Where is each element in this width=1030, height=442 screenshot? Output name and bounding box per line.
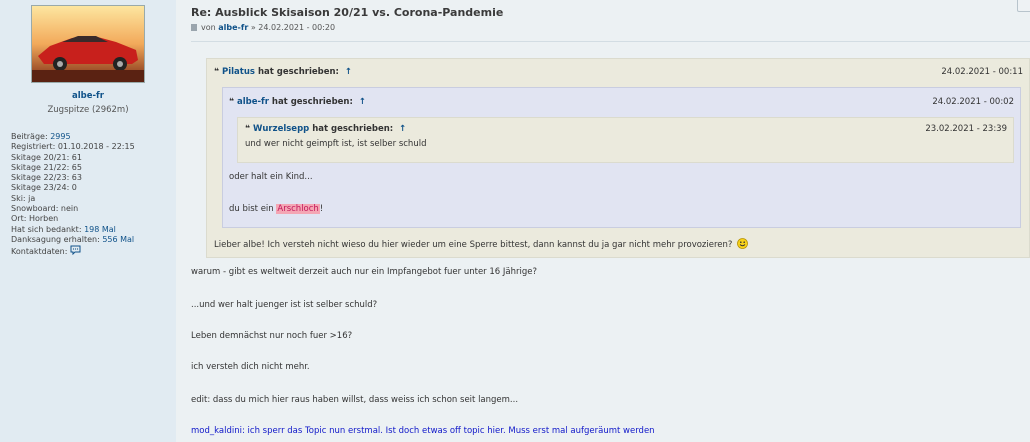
field-snowboard: Snowboard: nein: [11, 204, 79, 214]
field-kontakt: Kontaktdaten:: [11, 245, 135, 258]
quote-text: und wer nicht geimpft ist, ist selber sc…: [245, 139, 427, 149]
post-icon[interactable]: [191, 24, 197, 31]
quote-text-content: Lieber albe! Ich versteh nicht wieso du …: [214, 240, 733, 250]
back-to-top-button[interactable]: [1017, 0, 1030, 12]
avatar[interactable]: [31, 5, 145, 83]
forum-post: albe-fr Zugspitze (2962m) Beiträge: 2995…: [0, 0, 1030, 442]
author-prefix: von: [201, 23, 216, 32]
quote-source-arrow-icon[interactable]: ↑: [359, 97, 366, 107]
field-skitage-2223: Skitage 22/23: 63: [11, 173, 82, 183]
quote-author-link[interactable]: albe-fr: [237, 97, 269, 107]
field-skitage-2122: Skitage 21/22: 65: [11, 162, 82, 172]
quote-text-2: du bist ein Arschloch!: [229, 204, 323, 214]
field-label: Beiträge:: [11, 132, 48, 141]
quote-wurzelsepp: ❝ Wurzelsepp hat geschrieben: ↑ 23.02.202…: [237, 117, 1014, 163]
post-body: Re: Ausblick Skisaison 20/21 vs. Corona-…: [189, 0, 1030, 442]
field-skitage-2021: Skitage 20/21: 61: [11, 152, 82, 162]
quote-date: 24.02.2021 - 00:02: [932, 97, 1014, 107]
field-registriert: Registriert: 01.10.2018 - 22:15: [11, 142, 135, 152]
quote-source-arrow-icon[interactable]: ↑: [345, 67, 352, 77]
quote-header: ❝ Pilatus hat geschrieben: ↑: [214, 67, 352, 77]
post-line-1: warum - gibt es weltweit derzeit auch nu…: [191, 267, 537, 277]
post-title[interactable]: Re: Ausblick Skisaison 20/21 vs. Corona-…: [191, 6, 503, 19]
quote-header: ❝ Wurzelsepp hat geschrieben: ↑: [245, 124, 406, 134]
quote-icon: ❝: [245, 124, 250, 134]
field-label: Danksagung erhalten:: [11, 234, 100, 244]
text-suffix: !: [319, 204, 324, 214]
smiley-icon: [737, 238, 749, 252]
quote-suffix: hat geschrieben:: [257, 67, 339, 77]
bedankt-link[interactable]: 198 Mal: [84, 225, 116, 234]
quote-author-link[interactable]: Pilatus: [222, 67, 255, 77]
quote-date: 24.02.2021 - 00:11: [941, 67, 1023, 77]
quote-date: 23.02.2021 - 23:39: [925, 124, 1007, 134]
quote-icon: ❝: [214, 67, 219, 77]
author-link[interactable]: albe-fr: [218, 23, 248, 32]
quote-text-1: oder halt ein Kind...: [229, 172, 313, 182]
quote-source-arrow-icon[interactable]: ↑: [399, 124, 406, 134]
dank-link[interactable]: 556 Mal: [102, 235, 134, 244]
moderator-note: mod_kaldini: ich sperr das Topic nun ers…: [191, 426, 655, 436]
field-label: Kontaktdaten:: [11, 247, 68, 257]
text-prefix: du bist ein: [229, 204, 274, 214]
post-date: » 24.02.2021 - 00:20: [250, 23, 336, 32]
quote-header: ❝ albe-fr hat geschrieben: ↑: [229, 97, 366, 107]
field-ski: Ski: ja: [11, 193, 36, 203]
post-profile: albe-fr Zugspitze (2962m) Beiträge: 2995…: [0, 0, 176, 442]
red-car-image: [32, 6, 144, 82]
profile-rank: Zugspitze (2962m): [47, 105, 129, 115]
post-line-5: edit: dass du mich hier raus haben wills…: [191, 395, 519, 405]
quote-author-link[interactable]: Wurzelsepp: [253, 124, 309, 134]
field-ort: Ort: Horben: [11, 214, 59, 224]
profile-username[interactable]: albe-fr: [0, 91, 176, 101]
field-beitraege: Beiträge: 2995: [11, 132, 135, 142]
profile-fields: Beiträge: 2995 Registriert: 01.10.2018 -…: [11, 132, 135, 259]
field-bedankt: Hat sich bedankt: 198 Mal: [11, 225, 135, 235]
quote-suffix: hat geschrieben:: [271, 97, 353, 107]
field-label: Hat sich bedankt:: [11, 224, 82, 234]
post-line-3: Leben demnächst nur noch fuer >16?: [191, 331, 353, 341]
quote-text: Lieber albe! Ich versteh nicht wieso du …: [214, 238, 749, 252]
quote-icon: ❝: [229, 97, 234, 107]
beitraege-link[interactable]: 2995: [50, 132, 70, 141]
divider: [191, 41, 1030, 42]
post-line-2: ...und wer halt juenger ist ist selber s…: [191, 300, 378, 310]
quote-suffix: hat geschrieben:: [312, 124, 394, 134]
highlighted-word: Arschloch: [276, 204, 320, 214]
chat-bubble-icon[interactable]: [70, 245, 81, 258]
field-dank: Danksagung erhalten: 556 Mal: [11, 235, 135, 245]
post-line-4: ich versteh dich nicht mehr.: [191, 362, 310, 372]
field-skitage-2324: Skitage 23/24: 0: [11, 183, 77, 193]
post-author-line: von albe-fr » 24.02.2021 - 00:20: [191, 23, 335, 32]
